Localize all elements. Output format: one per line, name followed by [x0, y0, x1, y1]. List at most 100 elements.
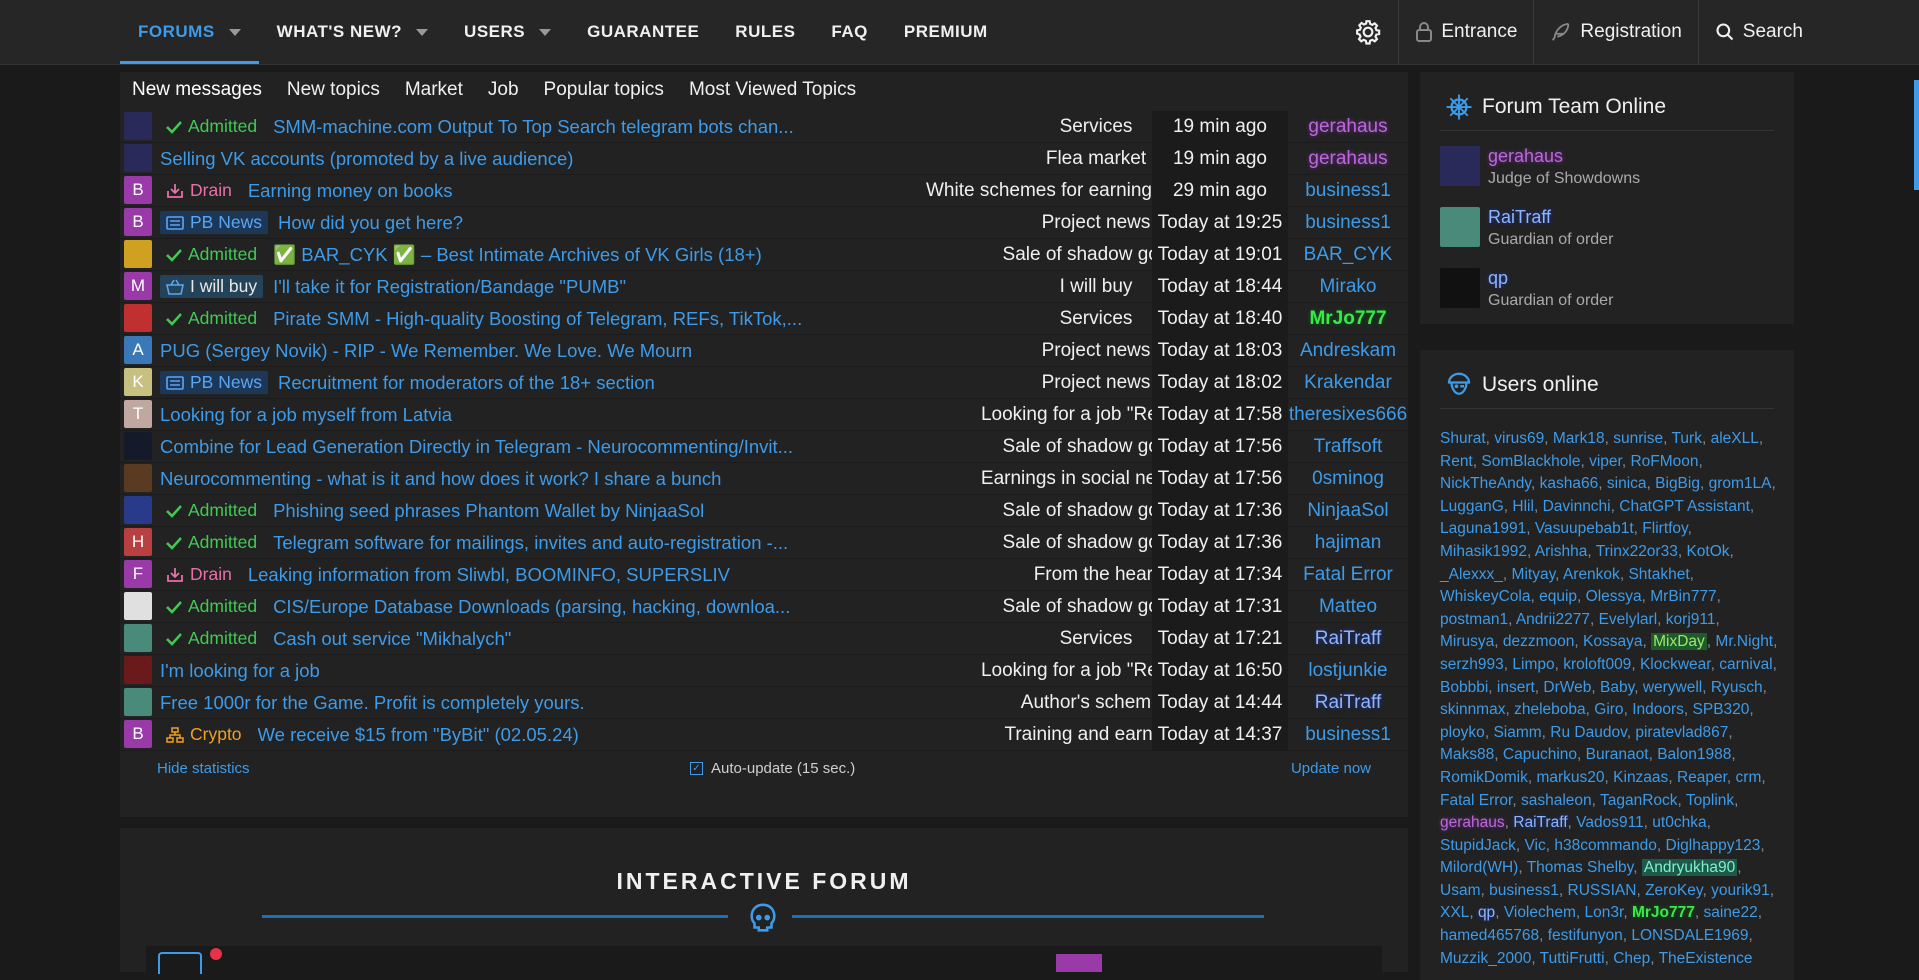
member-name[interactable]: qp: [1488, 268, 1613, 289]
thread-row[interactable]: T Looking for a job myself from Latvia Loo…: [120, 399, 1408, 431]
avatar[interactable]: [1440, 207, 1480, 247]
online-user[interactable]: Usam: [1440, 882, 1480, 899]
thread-last-poster[interactable]: RaiTraff: [1288, 687, 1408, 718]
online-user[interactable]: Diglhappy123: [1666, 837, 1761, 854]
online-user[interactable]: postman1: [1440, 611, 1508, 628]
online-user[interactable]: ployko: [1440, 724, 1485, 741]
online-user[interactable]: SPB320: [1693, 701, 1750, 718]
thread-title-link[interactable]: I'll take it for Registration/Bandage "P…: [273, 276, 626, 298]
thread-title-link[interactable]: Free 1000r for the Game. Profit is compl…: [160, 692, 585, 714]
online-user[interactable]: RaiTraff: [1513, 814, 1567, 831]
online-user[interactable]: Muzzik_2000: [1440, 950, 1531, 967]
tab-popular-topics[interactable]: Popular topics: [544, 79, 664, 101]
avatar[interactable]: [1440, 146, 1480, 186]
online-user[interactable]: BigBig: [1655, 475, 1700, 492]
tab-new-topics[interactable]: New topics: [287, 79, 380, 101]
avatar[interactable]: A: [124, 336, 152, 364]
online-user[interactable]: Kinzaas: [1613, 769, 1668, 786]
online-user[interactable]: Giro: [1594, 701, 1623, 718]
online-user[interactable]: Balon1988: [1657, 746, 1731, 763]
online-user[interactable]: dezzmoon: [1503, 633, 1575, 650]
thread-row[interactable]: Free 1000r for the Game. Profit is compl…: [120, 687, 1408, 719]
thread-title-link[interactable]: Phishing seed phrases Phantom Wallet by …: [273, 500, 704, 522]
thread-title-link[interactable]: Telegram software for mailings, invites …: [273, 532, 788, 554]
nav-item-users[interactable]: USERS: [446, 0, 569, 64]
thread-title-link[interactable]: SMM-machine.com Output To Top Search tel…: [273, 116, 794, 138]
thread-row[interactable]: Combine for Lead Generation Directly in …: [120, 431, 1408, 463]
online-user[interactable]: Davinnchi: [1543, 498, 1611, 515]
online-user[interactable]: Shurat: [1440, 430, 1486, 447]
thread-last-poster[interactable]: business1: [1288, 719, 1408, 750]
online-user[interactable]: grom1LA: [1709, 475, 1772, 492]
online-user[interactable]: serzh993: [1440, 656, 1504, 673]
online-user[interactable]: LONSDALE1969: [1631, 927, 1748, 944]
thread-row[interactable]: F Drain Leaking information from Sliwbl, B…: [120, 559, 1408, 591]
online-user[interactable]: Klockwear: [1640, 656, 1711, 673]
online-user[interactable]: Shtakhet: [1628, 566, 1689, 583]
online-user[interactable]: Mr.Night: [1715, 633, 1773, 650]
thread-title-link[interactable]: Earning money on books: [248, 180, 453, 202]
online-user[interactable]: sinica: [1607, 475, 1647, 492]
online-user[interactable]: korj911: [1666, 611, 1716, 628]
online-user[interactable]: viper: [1589, 453, 1622, 470]
thread-last-poster[interactable]: 0sminog: [1288, 463, 1408, 494]
avatar[interactable]: H: [124, 528, 152, 556]
online-user[interactable]: business1: [1489, 882, 1559, 899]
online-user[interactable]: crm: [1736, 769, 1762, 786]
avatar[interactable]: [124, 112, 152, 140]
avatar[interactable]: [124, 592, 152, 620]
online-user[interactable]: skinnmax: [1440, 701, 1505, 718]
thread-row[interactable]: Neurocommenting - what is it and how doe…: [120, 463, 1408, 495]
thread-last-poster[interactable]: Matteo: [1288, 591, 1408, 622]
avatar[interactable]: [124, 304, 152, 332]
thread-title-link[interactable]: CIS/Europe Database Downloads (parsing, …: [273, 596, 790, 618]
online-user[interactable]: markus20: [1536, 769, 1604, 786]
thread-last-poster[interactable]: hajiman: [1288, 527, 1408, 558]
thread-last-poster[interactable]: business1: [1288, 175, 1408, 206]
online-user[interactable]: RoFMoon: [1630, 453, 1698, 470]
online-user[interactable]: sunrise: [1613, 430, 1663, 447]
member-name[interactable]: RaiTraff: [1488, 207, 1613, 228]
online-user[interactable]: Turk: [1672, 430, 1702, 447]
update-now-link[interactable]: Update now: [1291, 760, 1371, 777]
thread-row[interactable]: K PB News Recruitment for moderators of th…: [120, 367, 1408, 399]
avatar[interactable]: B: [124, 176, 152, 204]
thread-row[interactable]: B Crypto We receive $15 from "ByBit" (02.0…: [120, 719, 1408, 751]
thread-title-link[interactable]: Selling VK accounts (promoted by a live …: [160, 148, 573, 170]
avatar[interactable]: [124, 624, 152, 652]
thread-title-link[interactable]: Leaking information from Sliwbl, BOOMINF…: [248, 564, 730, 586]
tab-new-messages[interactable]: New messages: [132, 79, 262, 101]
thread-row[interactable]: B Drain Earning money on books White scheme…: [120, 175, 1408, 207]
online-user[interactable]: ut0chka: [1652, 814, 1706, 831]
online-user[interactable]: ZeroKey: [1645, 882, 1702, 899]
online-user[interactable]: MixDay: [1651, 633, 1707, 651]
online-user[interactable]: RUSSIAN: [1568, 882, 1637, 899]
nav-item-premium[interactable]: PREMIUM: [886, 0, 1006, 64]
tab-market[interactable]: Market: [405, 79, 463, 101]
online-user[interactable]: zheleboba: [1514, 701, 1586, 718]
online-user[interactable]: MrJo777: [1632, 904, 1695, 921]
online-user[interactable]: RomikDomik: [1440, 769, 1528, 786]
online-user[interactable]: virus69: [1494, 430, 1544, 447]
online-user[interactable]: kasha66: [1540, 475, 1599, 492]
avatar[interactable]: B: [124, 208, 152, 236]
online-user[interactable]: TuttiFrutti: [1540, 950, 1605, 967]
thread-title-link[interactable]: Recruitment for moderators of the 18+ se…: [278, 372, 655, 394]
thread-row[interactable]: M I will buy I'll take it for Registration…: [120, 271, 1408, 303]
auto-update-toggle[interactable]: ✓ Auto-update (15 sec.): [690, 760, 855, 777]
online-user[interactable]: XXL: [1440, 904, 1469, 921]
nav-item-forums[interactable]: FORUMS: [120, 0, 259, 64]
online-user[interactable]: KotOk: [1686, 543, 1729, 560]
tab-most-viewed-topics[interactable]: Most Viewed Topics: [689, 79, 856, 101]
thread-last-poster[interactable]: Andreskam: [1288, 335, 1408, 366]
thread-last-poster[interactable]: Krakendar: [1288, 367, 1408, 398]
thread-title-link[interactable]: I'm looking for a job: [160, 660, 320, 682]
thread-last-poster[interactable]: lostjunkie: [1288, 655, 1408, 686]
thread-row[interactable]: Admitted Pirate SMM - High-quality Boosti…: [120, 303, 1408, 335]
thread-prefix[interactable]: Crypto: [160, 723, 248, 746]
thread-row[interactable]: Admitted CIS/Europe Database Downloads (p…: [120, 591, 1408, 623]
online-user[interactable]: qp: [1478, 904, 1495, 921]
thread-last-poster[interactable]: Mirako: [1288, 271, 1408, 302]
team-member[interactable]: gerahaus Judge of Showdowns: [1440, 146, 1640, 190]
online-user[interactable]: saine22: [1703, 904, 1757, 921]
